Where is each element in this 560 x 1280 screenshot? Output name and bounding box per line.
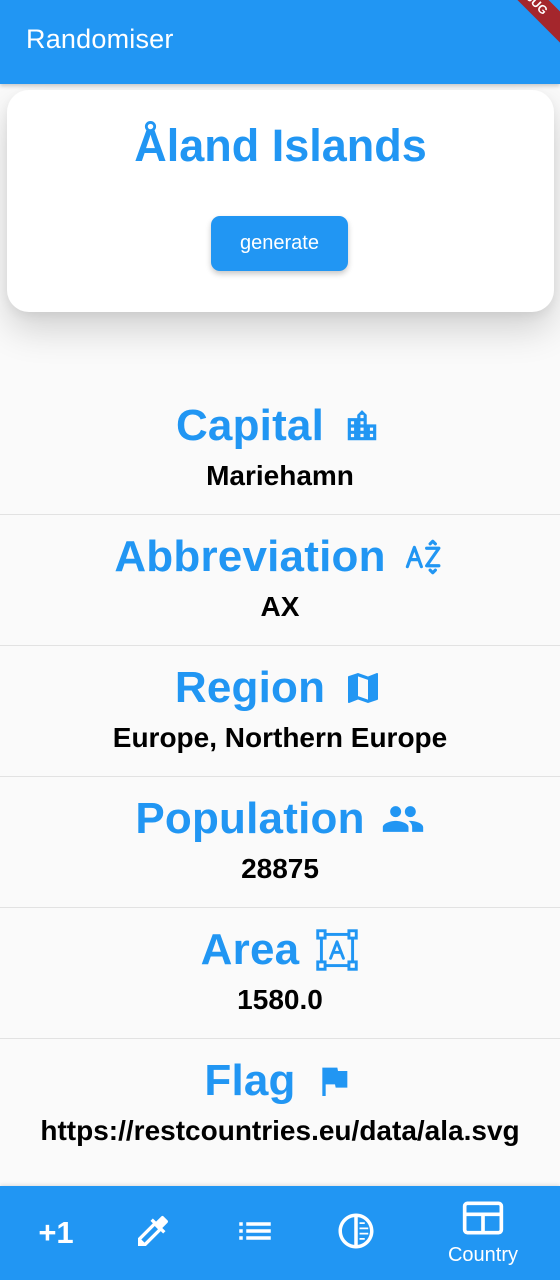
country-card-icon bbox=[461, 1199, 505, 1242]
section-header: Region bbox=[0, 658, 560, 718]
building-icon bbox=[340, 404, 384, 448]
list-icon bbox=[234, 1210, 276, 1257]
section-label: Capital bbox=[175, 401, 325, 450]
plus-one-icon: +1 bbox=[38, 1215, 74, 1250]
nav-plus-one[interactable]: +1 bbox=[0, 1186, 112, 1280]
section-label: Abbreviation bbox=[114, 532, 386, 581]
nav-list[interactable] bbox=[199, 1186, 311, 1280]
map-icon bbox=[341, 666, 385, 710]
sort-az-icon bbox=[402, 535, 446, 579]
nav-country[interactable]: Country bbox=[427, 1186, 539, 1280]
section-header: Flag bbox=[0, 1051, 560, 1111]
section-flag: Flag https://restcountries.eu/data/ala.s… bbox=[0, 1039, 560, 1170]
nav-country-label: Country bbox=[447, 1244, 519, 1266]
population-value: 28875 bbox=[241, 853, 319, 884]
bottom-navigation: +1 Country bbox=[0, 1186, 560, 1280]
section-abbreviation: Abbreviation AX bbox=[0, 515, 560, 646]
country-name: Åland Islands bbox=[134, 120, 427, 171]
app-title: Randomiser bbox=[26, 24, 174, 54]
abbreviation-value: AX bbox=[260, 591, 300, 622]
region-value: Europe, Northern Europe bbox=[112, 722, 448, 753]
section-region: Region Europe, Northern Europe bbox=[0, 646, 560, 777]
section-header: Population bbox=[0, 789, 560, 849]
contrast-icon bbox=[335, 1210, 377, 1257]
section-label: Region bbox=[174, 663, 326, 712]
area-value: 1580.0 bbox=[237, 984, 323, 1015]
section-population: Population 28875 bbox=[0, 777, 560, 908]
flag-icon bbox=[312, 1059, 356, 1103]
people-icon bbox=[381, 797, 425, 841]
section-capital: Capital Mariehamn bbox=[0, 384, 560, 515]
generate-button[interactable]: generate bbox=[211, 216, 348, 271]
section-header: Abbreviation bbox=[0, 527, 560, 587]
section-label: Population bbox=[135, 794, 365, 843]
nav-contrast[interactable] bbox=[300, 1186, 412, 1280]
area-select-icon bbox=[315, 928, 359, 972]
section-area: Area 1580.0 bbox=[0, 908, 560, 1039]
country-card: Åland Islands generate bbox=[7, 90, 554, 312]
capital-value: Mariehamn bbox=[206, 460, 354, 491]
nav-color-picker[interactable] bbox=[97, 1186, 209, 1280]
section-label: Flag bbox=[204, 1056, 296, 1105]
section-header: Capital bbox=[0, 396, 560, 456]
section-label: Area bbox=[200, 925, 300, 974]
flag-url-value: https://restcountries.eu/data/ala.svg bbox=[40, 1115, 520, 1146]
section-header: Area bbox=[0, 920, 560, 980]
eyedropper-icon bbox=[133, 1211, 173, 1256]
app-bar: Randomiser bbox=[0, 0, 560, 84]
